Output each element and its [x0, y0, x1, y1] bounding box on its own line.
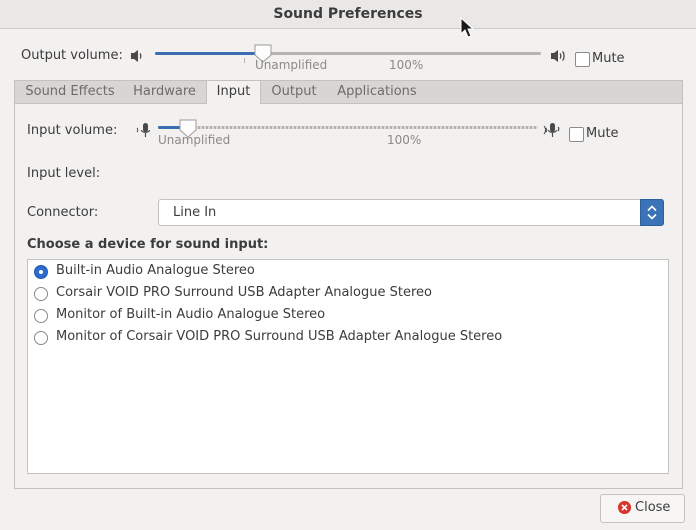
input-mute-label: Mute: [586, 126, 619, 141]
device-radio[interactable]: [34, 287, 48, 301]
input-mute-checkbox[interactable]: [569, 127, 584, 142]
window-title: Sound Preferences: [273, 6, 423, 22]
tab-hardware[interactable]: Hardware: [126, 81, 203, 103]
microphone-low-icon: [136, 123, 151, 137]
updown-chevron-icon: [647, 205, 657, 220]
close-button-label: Close: [635, 500, 671, 515]
device-radio[interactable]: [34, 331, 48, 345]
mouse-cursor-icon: [460, 17, 474, 38]
input-tick-unamplified-label: Unamplified: [158, 133, 231, 147]
connector-value: Line In: [173, 205, 217, 220]
input-tick-100-label: 100%: [387, 133, 422, 147]
connector-combo[interactable]: [158, 199, 664, 226]
tab-applications[interactable]: Applications: [331, 81, 423, 103]
device-name[interactable]: Corsair VOID PRO Surround USB Adapter An…: [56, 283, 432, 303]
speaker-low-icon: [131, 50, 142, 62]
microphone-high-icon: [543, 123, 560, 137]
connector-label: Connector:: [27, 205, 99, 220]
output-tick-unamplified: [244, 58, 245, 63]
output-volume-slider[interactable]: [155, 44, 541, 63]
input-volume-label: Input volume:: [27, 123, 118, 138]
device-name[interactable]: Built-in Audio Analogue Stereo: [56, 261, 255, 281]
device-radio[interactable]: [34, 265, 48, 279]
device-section-heading: Choose a device for sound input:: [27, 237, 269, 252]
connector-dropdown-button[interactable]: [640, 199, 664, 226]
tab-output[interactable]: Output: [263, 81, 325, 103]
tab-input[interactable]: Input: [206, 81, 261, 104]
device-radio[interactable]: [34, 309, 48, 323]
input-level-label: Input level:: [27, 166, 101, 181]
output-volume-label: Output volume:: [21, 48, 123, 63]
output-mute-label: Mute: [592, 51, 625, 66]
device-name[interactable]: Monitor of Corsair VOID PRO Surround USB…: [56, 327, 502, 347]
output-tick-unamplified-label: Unamplified: [255, 58, 328, 72]
tab-sound-effects[interactable]: Sound Effects: [18, 81, 122, 103]
output-mute-checkbox[interactable]: [575, 52, 590, 67]
device-name[interactable]: Monitor of Built-in Audio Analogue Stere…: [56, 305, 325, 325]
output-tick-100-label: 100%: [389, 58, 424, 72]
close-icon: [618, 501, 631, 514]
speaker-high-icon: [551, 50, 565, 62]
